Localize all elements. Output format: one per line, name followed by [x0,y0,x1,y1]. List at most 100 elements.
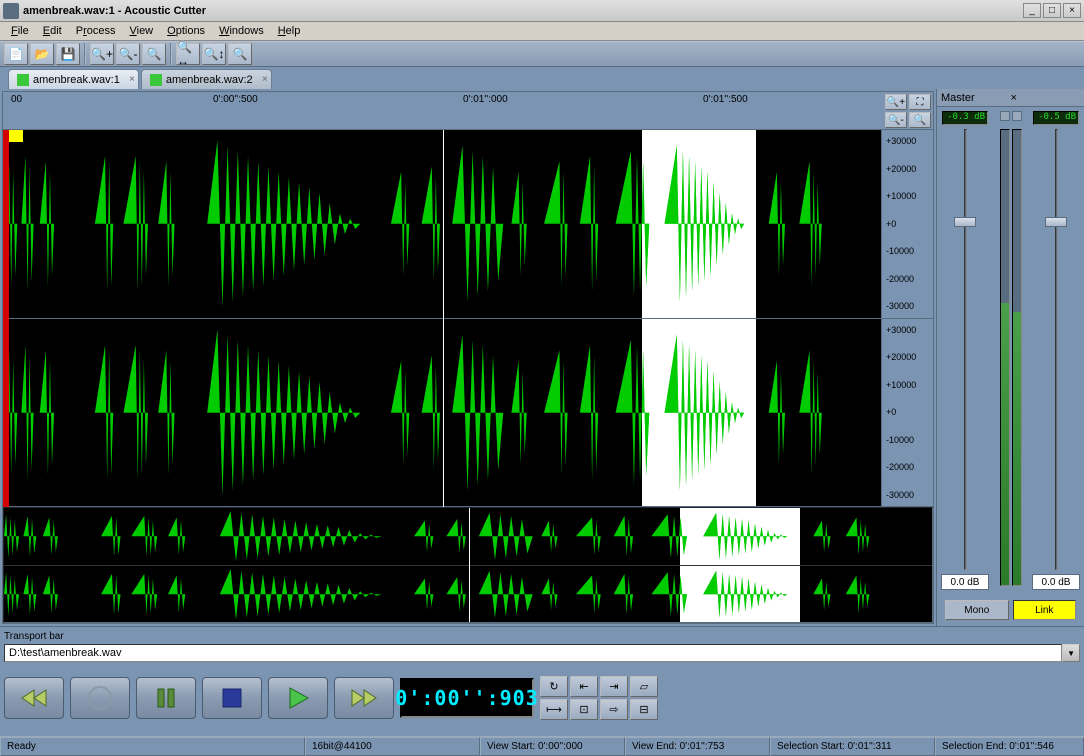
clip-led-right[interactable] [1012,111,1022,121]
level-meter-left [1000,129,1010,586]
meter-column [991,111,1030,590]
new-button[interactable]: 📄 [4,43,28,65]
menu-view[interactable]: View [122,23,160,39]
titlebar: amenbreak.wav:1 - Acoustic Cutter _ □ × [0,0,1084,22]
toolbar: 📄 📂 💾 🔍+ 🔍- 🔍 🔍↔ 🔍↕ 🔍 [0,41,1084,67]
flag-marker[interactable] [9,130,23,142]
menu-options[interactable]: Options [160,23,212,39]
status-ready: Ready [0,737,305,756]
record-button[interactable] [70,677,130,719]
zoom-sel-button[interactable]: ⊡ [570,699,598,720]
menu-process[interactable]: Process [69,23,123,39]
window-title: amenbreak.wav:1 - Acoustic Cutter [23,5,1023,17]
db-input-right[interactable] [1032,574,1080,590]
fader-handle[interactable] [1045,217,1067,227]
tab-file-1[interactable]: amenbreak.wav:1 × [8,69,139,89]
statusbar: Ready 16bit@44100 View Start: 0':00'':00… [0,736,1084,756]
tab-label: amenbreak.wav:1 [33,74,120,86]
zoom-out-h-button[interactable]: 🔍- [885,112,907,128]
app-icon [3,3,19,19]
overview-waveform[interactable] [3,507,933,623]
status-sel-start: Selection Start: 0':01'':311 [770,737,935,756]
transport-label: Transport bar [4,629,1080,644]
level-meter-right [1012,129,1022,586]
waveform-right [3,319,881,507]
goto-start-sel-button[interactable]: ⇤ [570,676,598,697]
goto-button[interactable]: ⇨ [600,699,628,720]
menu-edit[interactable]: Edit [36,23,69,39]
loop-button[interactable]: ↻ [540,676,568,697]
workspace: 00 0':00'':500 0':01'':000 0':01'':500 🔍… [0,89,1084,626]
master-panel: Master × -0.3 dB -0.5 dB [936,89,1084,626]
zoom-selection-button[interactable]: 🔍 [142,43,166,65]
maximize-button[interactable]: □ [1043,3,1061,18]
play-button[interactable] [268,677,328,719]
zoom-out-button[interactable]: 🔍- [116,43,140,65]
time-display: 0':00'':903 [400,678,534,718]
clip-led-left[interactable] [1000,111,1010,121]
db-peak-left: -0.3 dB [942,111,988,125]
menu-file[interactable]: File [4,23,36,39]
document-tabs: amenbreak.wav:1 × amenbreak.wav:2 × [0,67,1084,89]
open-button[interactable]: 📂 [30,43,54,65]
opt-button[interactable]: ⊟ [630,699,658,720]
path-dropdown-button[interactable]: ▼ [1062,644,1080,662]
channel-left[interactable] [3,130,881,319]
overview-right[interactable] [4,565,932,623]
channel-right[interactable] [3,319,881,508]
fader-left: -0.3 dB [941,111,989,590]
zoom-vert-out-button[interactable]: 🔍 [228,43,252,65]
rewind-button[interactable] [4,677,64,719]
zoom-vert-in-button[interactable]: 🔍↕ [202,43,226,65]
menu-help[interactable]: Help [271,23,308,39]
pause-button[interactable] [136,677,196,719]
tab-label: amenbreak.wav:2 [166,74,253,86]
menu-windows[interactable]: Windows [212,23,271,39]
transport-bar: Transport bar D:\test\amenbreak.wav ▼ 0'… [0,626,1084,736]
close-tab-icon[interactable]: × [129,74,135,85]
mono-button[interactable]: Mono [945,600,1009,620]
zoom-in-h-button[interactable]: 🔍+ [885,94,907,110]
link-button[interactable]: Link [1013,600,1077,620]
zoom-sel-button[interactable]: 🔍 [909,112,931,128]
ruler-mark: 0':01'':000 [463,94,508,105]
save-button[interactable]: 💾 [56,43,80,65]
fader-handle[interactable] [954,217,976,227]
master-header: Master × [937,89,1084,107]
fast-forward-button[interactable] [334,677,394,719]
start-marker[interactable] [3,130,9,507]
stop-button[interactable] [202,677,262,719]
zoom-fit-button[interactable]: ⛶ [909,94,931,110]
fader-right-track[interactable] [1035,129,1077,570]
waveform-area: +30000 +20000 +10000 +0 -10000 -20000 -3… [3,130,933,507]
status-view-start: View Start: 0':00'':000 [480,737,625,756]
close-button[interactable]: × [1063,3,1081,18]
marker-button[interactable]: ▱ [630,676,658,697]
zoom-in-button[interactable]: 🔍+ [90,43,114,65]
toolbar-separator [84,43,86,65]
status-view-end: View End: 0':01'':753 [625,737,770,756]
overview-left[interactable] [4,508,932,565]
tab-file-2[interactable]: amenbreak.wav:2 × [141,69,272,89]
db-input-left[interactable] [941,574,989,590]
ruler-mark: 0':01'':500 [703,94,748,105]
wave-icon [17,74,29,86]
master-title: Master [941,92,1011,104]
minimize-button[interactable]: _ [1023,3,1041,18]
ruler-mark: 0':00'':500 [213,94,258,105]
overview-wave [4,566,932,623]
status-sel-end: Selection End: 0':01'':546 [935,737,1084,756]
waveform-editor: 00 0':00'':500 0':01'':000 0':01'':500 🔍… [2,91,934,624]
zoom-full-button[interactable]: 🔍↔ [176,43,200,65]
fader-left-track[interactable] [944,129,986,570]
file-path-input[interactable]: D:\test\amenbreak.wav [4,644,1062,662]
play-sel-button[interactable]: ⟼ [540,699,568,720]
status-format: 16bit@44100 [305,737,480,756]
close-tab-icon[interactable]: × [262,74,268,85]
time-ruler[interactable]: 00 0':00'':500 0':01'':000 0':01'':500 🔍… [3,92,933,130]
toolbar-separator [170,43,172,65]
waveform-channels[interactable] [3,130,881,507]
close-panel-icon[interactable]: × [1011,92,1081,104]
wave-icon [150,74,162,86]
goto-end-sel-button[interactable]: ⇥ [600,676,628,697]
